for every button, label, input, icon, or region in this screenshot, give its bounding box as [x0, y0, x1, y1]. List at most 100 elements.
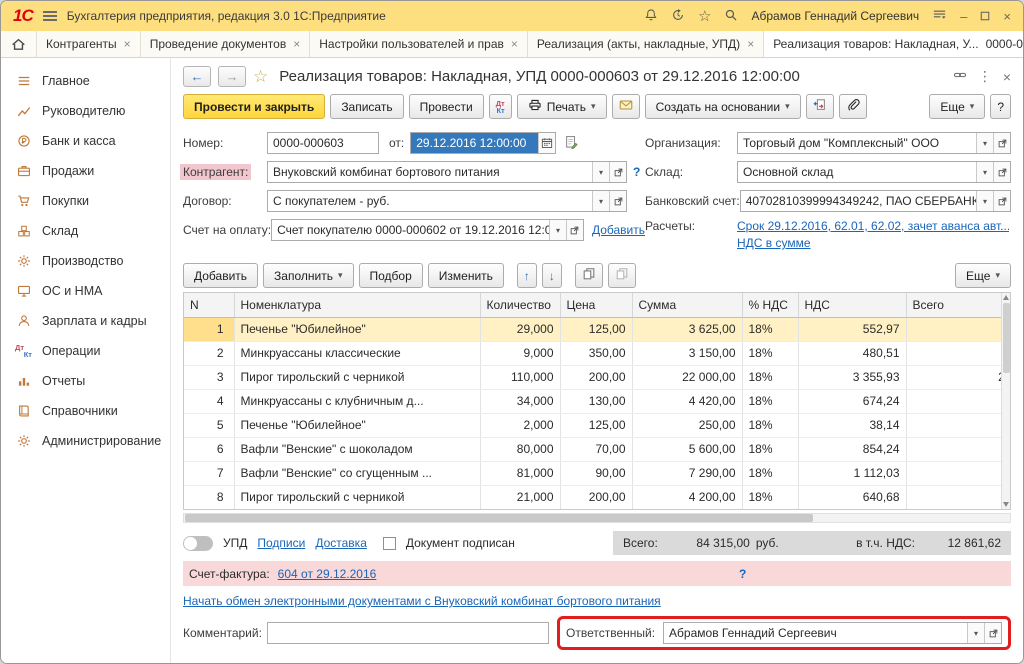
- payment-invoice-field[interactable]: Счет покупателю 0000-000602 от 19.12.201…: [271, 219, 584, 241]
- col-header-qty[interactable]: Количество: [480, 293, 560, 317]
- settlements-link[interactable]: Срок 29.12.2016, 62.01, 62.02, зачет ава…: [737, 219, 1009, 233]
- contract-field[interactable]: С покупателем - руб. ▾: [267, 190, 627, 212]
- col-header-price[interactable]: Цена: [560, 293, 632, 317]
- responsible-field[interactable]: Абрамов Геннадий Сергеевич ▾: [663, 622, 1002, 644]
- table-horizontal-scrollbar[interactable]: [183, 513, 1011, 523]
- dropdown-icon[interactable]: ▾: [592, 191, 609, 211]
- open-icon[interactable]: [993, 162, 1010, 182]
- sidebar-item-operacii[interactable]: ДтКтОперации: [1, 336, 170, 366]
- counterparty-field[interactable]: Внуковский комбинат бортового питания ▾: [267, 161, 627, 183]
- sidebar-item-administrirovanie[interactable]: Администрирование: [1, 426, 170, 456]
- dropdown-icon[interactable]: ▾: [976, 191, 993, 211]
- tab-close-icon[interactable]: ×: [511, 37, 518, 51]
- dropdown-icon[interactable]: ▾: [976, 133, 993, 153]
- main-menu-icon[interactable]: [43, 11, 57, 21]
- tab-realizaciya-akty[interactable]: Реализация (акты, накладные, УПД) ×: [528, 31, 764, 57]
- sidebar-item-proizvodstvo[interactable]: Производство: [1, 246, 170, 276]
- document-status-icon[interactable]: [564, 135, 578, 152]
- history-icon[interactable]: [671, 8, 685, 25]
- open-icon[interactable]: [566, 220, 583, 240]
- pick-button[interactable]: Подбор: [359, 263, 423, 288]
- paste-rows-button[interactable]: [608, 263, 636, 288]
- open-icon[interactable]: [984, 623, 1001, 643]
- upd-toggle[interactable]: [183, 536, 213, 551]
- sidebar-item-bank-i-kassa[interactable]: Банк и касса: [1, 126, 170, 156]
- bank-account-field[interactable]: 40702810399994349242, ПАО СБЕРБАНК ▾: [740, 190, 1011, 212]
- dropdown-icon[interactable]: ▾: [549, 220, 566, 240]
- warehouse-field[interactable]: Основной склад ▾: [737, 161, 1011, 183]
- organization-field[interactable]: Торговый дом "Комплексный" ООО ▾: [737, 132, 1011, 154]
- related-documents-button[interactable]: [806, 94, 834, 119]
- sidebar-item-spravochniki[interactable]: Справочники: [1, 396, 170, 426]
- dtkt-button[interactable]: ДтКт: [489, 94, 512, 119]
- more-button[interactable]: Еще▾: [929, 94, 985, 119]
- table-vertical-scrollbar[interactable]: [1001, 293, 1010, 509]
- current-user[interactable]: Абрамов Геннадий Сергеевич: [751, 9, 919, 23]
- scroll-down-icon[interactable]: [1003, 502, 1009, 507]
- table-row[interactable]: 3Пирог тирольский с черникой110,000200,0…: [184, 365, 1011, 389]
- add-row-button[interactable]: Добавить: [183, 263, 258, 288]
- vat-mode-link[interactable]: НДС в сумме: [737, 236, 1009, 250]
- counterparty-help-link[interactable]: ?: [633, 165, 640, 179]
- create-based-on-button[interactable]: Создать на основании▾: [645, 94, 801, 119]
- table-row[interactable]: 5Печенье "Юбилейное"2,000125,00250,0018%…: [184, 413, 1011, 437]
- add-invoice-link[interactable]: Добавить: [592, 223, 645, 237]
- fill-button[interactable]: Заполнить▾: [263, 263, 353, 288]
- col-header-total[interactable]: Всего: [906, 293, 1011, 317]
- close-form-icon[interactable]: ×: [1003, 69, 1011, 85]
- number-field[interactable]: 0000-000603: [267, 132, 379, 154]
- sidebar-item-zarplata-i-kadry[interactable]: Зарплата и кадры: [1, 306, 170, 336]
- favorite-star-icon[interactable]: ☆: [253, 68, 268, 85]
- tab-close-icon[interactable]: ×: [293, 37, 300, 51]
- open-icon[interactable]: [993, 191, 1010, 211]
- close-button[interactable]: ×: [1003, 10, 1011, 23]
- open-icon[interactable]: [993, 133, 1010, 153]
- attachments-button[interactable]: [839, 94, 867, 119]
- sidebar-item-otchety[interactable]: Отчеты: [1, 366, 170, 396]
- calendar-icon[interactable]: [538, 133, 555, 153]
- sidebar-item-prodazhi[interactable]: Продажи: [1, 156, 170, 186]
- notifications-icon[interactable]: [644, 8, 658, 25]
- print-button[interactable]: Печать▾: [517, 94, 607, 119]
- comment-field[interactable]: [267, 622, 549, 644]
- back-button[interactable]: ←: [183, 66, 211, 87]
- col-header-sum[interactable]: Сумма: [632, 293, 742, 317]
- move-row-down-button[interactable]: ↓: [542, 263, 562, 288]
- col-header-vat[interactable]: НДС: [798, 293, 906, 317]
- table-row[interactable]: 1Печенье "Юбилейное"29,000125,003 625,00…: [184, 317, 1011, 341]
- sidebar-item-glavnoe[interactable]: Главное: [1, 66, 170, 96]
- scroll-up-icon[interactable]: [1003, 295, 1009, 300]
- sidebar-item-os-i-nma[interactable]: ОС и НМА: [1, 276, 170, 306]
- tab-nastroyki-polzovateley[interactable]: Настройки пользователей и прав ×: [310, 31, 528, 57]
- move-row-up-button[interactable]: ↑: [517, 263, 537, 288]
- table-row[interactable]: 8Пирог тирольский с черникой21,000200,00…: [184, 485, 1011, 509]
- more-menu-icon[interactable]: ⋮: [978, 68, 992, 85]
- invoice-link[interactable]: 604 от 29.12.2016: [278, 567, 377, 581]
- col-header-n[interactable]: N: [184, 293, 234, 317]
- signatures-link[interactable]: Подписи: [257, 536, 305, 550]
- copy-rows-button[interactable]: [575, 263, 603, 288]
- write-button[interactable]: Записать: [330, 94, 403, 119]
- date-field[interactable]: 29.12.2016 12:00:00: [410, 132, 556, 154]
- post-and-close-button[interactable]: Провести и закрыть: [183, 94, 325, 119]
- dropdown-icon[interactable]: ▾: [592, 162, 609, 182]
- help-button[interactable]: ?: [990, 94, 1011, 119]
- sidebar-item-sklad[interactable]: Склад: [1, 216, 170, 246]
- dropdown-icon[interactable]: ▾: [976, 162, 993, 182]
- open-icon[interactable]: [609, 191, 626, 211]
- tab-realizaciya-tovarov[interactable]: Реализация товаров: Накладная, У... 0000…: [764, 31, 1023, 57]
- dropdown-icon[interactable]: ▾: [967, 623, 984, 643]
- email-button[interactable]: [612, 94, 640, 119]
- table-row[interactable]: 2Минкруассаны классические9,000350,003 1…: [184, 341, 1011, 365]
- change-button[interactable]: Изменить: [428, 263, 504, 288]
- document-signed-checkbox[interactable]: [383, 537, 396, 550]
- forward-button[interactable]: →: [218, 66, 246, 87]
- invoice-help-link[interactable]: ?: [739, 567, 746, 581]
- open-icon[interactable]: [609, 162, 626, 182]
- maximize-button[interactable]: [980, 11, 990, 21]
- home-tab[interactable]: [1, 31, 37, 57]
- post-button[interactable]: Провести: [409, 94, 484, 119]
- tab-provedenie-dokumentov[interactable]: Проведение документов ×: [141, 31, 311, 57]
- items-more-button[interactable]: Еще▾: [955, 263, 1011, 288]
- table-row[interactable]: 6Вафли "Венские" с шоколадом80,00070,005…: [184, 437, 1011, 461]
